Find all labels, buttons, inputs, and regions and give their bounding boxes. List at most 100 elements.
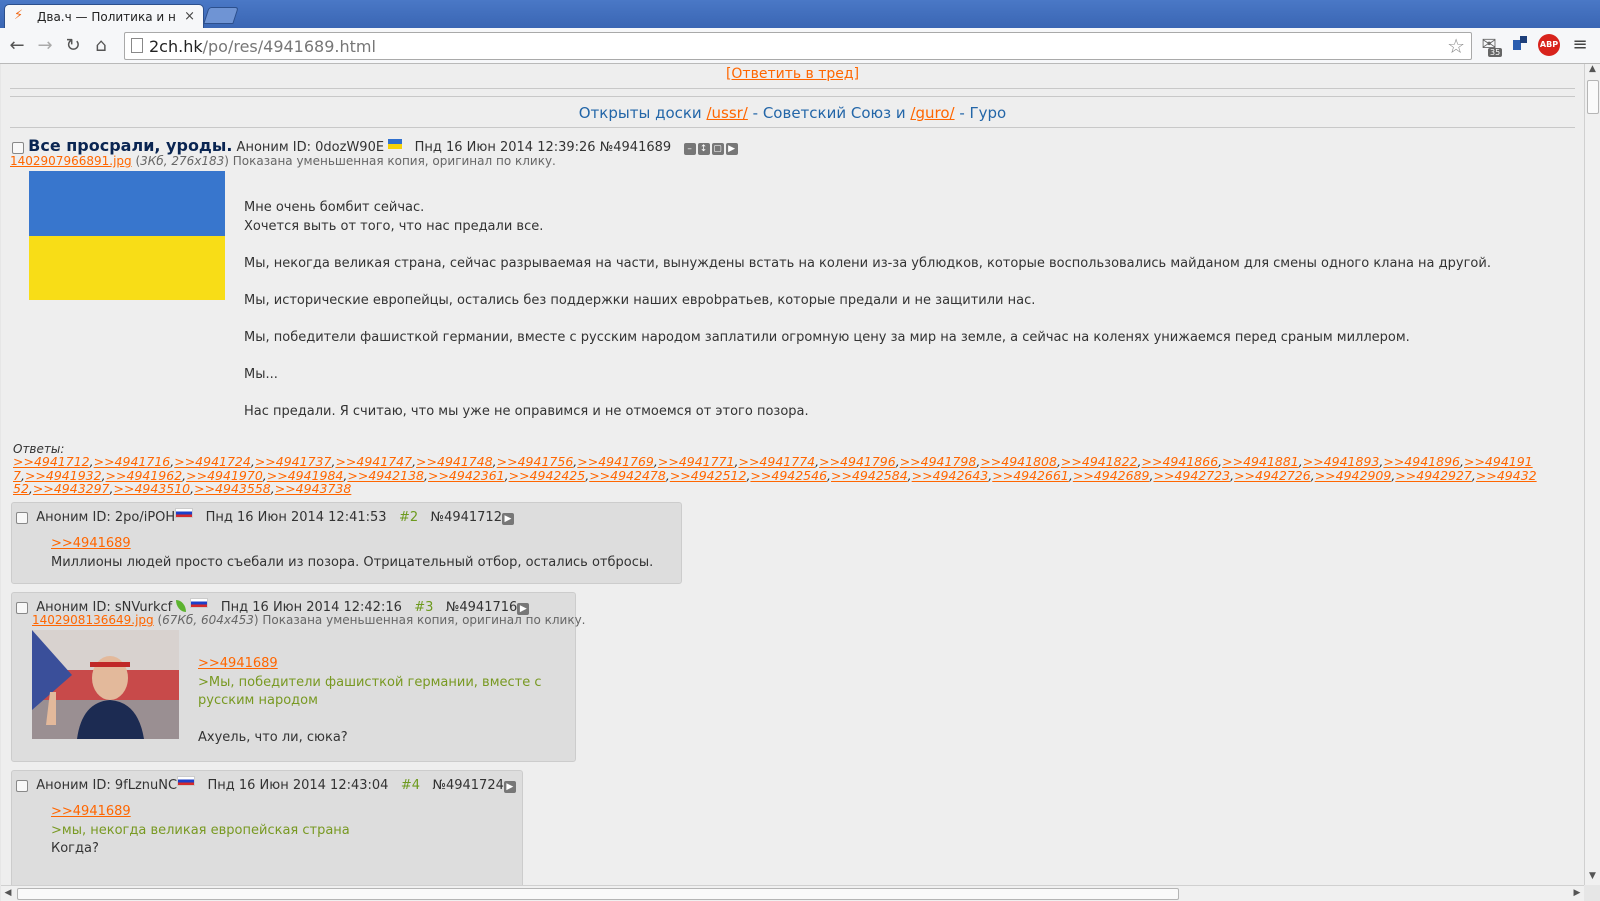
reply-to-thread-link[interactable]: [Ответить в тред] — [726, 66, 859, 82]
answer-link[interactable]: >>4942584 — [831, 468, 908, 483]
op-number[interactable]: №4941689 — [600, 140, 671, 155]
answer-link[interactable]: >>4942909 — [1315, 468, 1392, 483]
board-link-ussr[interactable]: /ussr/ — [706, 104, 747, 122]
answer-link[interactable]: >>4942661 — [992, 468, 1069, 483]
reply-reference-link[interactable]: >>4941689 — [51, 536, 131, 551]
post-number[interactable]: №4941724 — [432, 778, 503, 793]
post-index: #4 — [400, 778, 421, 793]
answer-link[interactable]: >>4942546 — [750, 468, 827, 483]
post-quote: >Мы, победители фашисткой германии, вмес… — [198, 674, 542, 709]
new-tab-button[interactable] — [203, 7, 239, 24]
reply-post: Аноним ID: sNVurkcf Пнд 16 Июн 2014 12:4… — [11, 592, 586, 762]
scroll-right-arrow-icon[interactable]: ▶ — [1570, 886, 1584, 901]
site-favicon-icon: ⚡ — [14, 8, 24, 23]
post-text: Ахуель, что ли, сюка? — [198, 730, 348, 745]
op-author: Аноним ID: 0dozW90E — [236, 140, 385, 155]
op-text-line: Хочется выть от того, что нас предали вс… — [244, 218, 544, 234]
divider — [10, 127, 1575, 128]
page-viewport: [Ответить в тред] Открыты доски /ussr/ -… — [1, 64, 1584, 885]
answer-link[interactable]: >>4942478 — [589, 468, 666, 483]
russia-flag-icon — [190, 598, 209, 608]
play-icon[interactable]: ▶ — [501, 513, 514, 525]
op-file-info: 1402907966891.jpg (3Кб, 276x183) Показан… — [10, 154, 556, 168]
divider — [10, 88, 1575, 89]
answer-link[interactable]: >>4942689 — [1073, 468, 1150, 483]
scroll-down-arrow-icon[interactable]: ▼ — [1585, 871, 1600, 885]
back-arrow-icon[interactable]: ← — [6, 35, 28, 57]
address-bar[interactable]: 2ch.hk/po/res/4941689.html ☆ — [124, 32, 1472, 60]
home-icon[interactable]: ⌂ — [90, 35, 112, 57]
horizontal-scroll-thumb[interactable] — [17, 888, 1179, 900]
ukraine-flag-icon — [388, 139, 403, 149]
reply-reference-link[interactable]: >>4941689 — [198, 656, 278, 671]
answer-link[interactable]: >>4943297 — [33, 481, 110, 496]
divider — [10, 96, 1575, 97]
russia-flag-icon — [177, 776, 196, 786]
mail-badge: 35 — [1488, 48, 1503, 57]
scroll-left-arrow-icon[interactable]: ◀ — [1, 886, 15, 901]
answer-link[interactable]: >>4943510 — [114, 481, 191, 496]
photo-person-icon — [32, 630, 179, 739]
answer-link[interactable]: >>4942512 — [670, 468, 747, 483]
answer-link[interactable]: >>4942927 — [1395, 468, 1472, 483]
adblock-icon[interactable]: ABP — [1538, 34, 1560, 56]
op-text-line — [244, 273, 1564, 292]
tab-title: Два.ч — Политика и н — [37, 10, 176, 24]
post-date: Пнд 16 Июн 2014 12:41:53 — [205, 510, 387, 525]
play-icon[interactable]: ▶ — [503, 781, 516, 793]
answer-link[interactable]: >>4942723 — [1153, 468, 1230, 483]
reply-reference-link[interactable]: >>4941689 — [51, 804, 131, 819]
answer-link[interactable]: >>4943738 — [275, 481, 352, 496]
reload-icon[interactable]: ↻ — [62, 35, 84, 57]
bookmark-star-icon[interactable]: ☆ — [1447, 34, 1465, 58]
extension-icon[interactable] — [1509, 34, 1531, 56]
post-image-thumbnail[interactable] — [32, 630, 179, 739]
post-number[interactable]: №4941712 — [431, 510, 502, 525]
post-select-checkbox[interactable] — [16, 601, 28, 614]
mail-extension-icon[interactable]: ✉ 35 — [1478, 34, 1503, 57]
play-icon[interactable]: ▶ — [725, 143, 738, 155]
post-text: Миллионы людей просто съебали из позора.… — [51, 554, 654, 570]
post-select-checkbox[interactable] — [16, 779, 28, 792]
op-text-line: Мы, некогда великая страна, сейчас разры… — [244, 255, 1491, 271]
op-text-line — [244, 310, 1564, 329]
russia-flag-icon — [175, 508, 194, 518]
post-text: Когда? — [51, 841, 99, 856]
answer-link[interactable]: >>4942425 — [509, 468, 586, 483]
flag-blue-stripe — [29, 171, 225, 236]
answer-link[interactable]: >>4943558 — [194, 481, 271, 496]
vertical-scrollbar[interactable]: ▲ ▼ — [1584, 64, 1600, 885]
forward-arrow-icon[interactable]: → — [34, 35, 56, 57]
reply-post: Аноним ID: 2po/iPOH Пнд 16 Июн 2014 12:4… — [11, 502, 682, 584]
post-author: Аноним ID: 2po/iPOH — [36, 510, 176, 525]
op-header: Все просрали, уроды. Аноним ID: 0dozW90E… — [12, 136, 740, 155]
op-text-line: Мы, победители фашисткой германии, вмест… — [244, 329, 1410, 345]
answers-list: >>4941712,>>4941716,>>4941724,>>4941737,… — [13, 454, 1537, 496]
reply-post: Аноним ID: 9fLznuNC Пнд 16 Июн 2014 12:4… — [11, 770, 523, 885]
report-icon[interactable]: ▢ — [711, 143, 724, 155]
post-date: Пнд 16 Июн 2014 12:43:04 — [207, 778, 389, 793]
op-text-line — [244, 236, 1564, 255]
post-body: >>4941689 >мы, некогда великая европейск… — [51, 803, 350, 859]
scroll-up-arrow-icon[interactable]: ▲ — [1585, 64, 1600, 78]
expand-icon[interactable]: ↕ — [697, 143, 710, 155]
vertical-scroll-thumb[interactable] — [1587, 80, 1599, 114]
board-link-guro[interactable]: /guro/ — [910, 104, 954, 122]
flag-yellow-stripe — [29, 235, 225, 300]
tab-close-icon[interactable]: × — [184, 9, 195, 24]
op-file-link[interactable]: 1402907966891.jpg — [10, 154, 132, 168]
thread-subject: Все просрали, уроды. — [28, 136, 233, 155]
browser-tab[interactable]: ⚡ Два.ч — Политика и н × — [4, 4, 204, 29]
hide-icon[interactable]: – — [683, 143, 696, 155]
answer-link[interactable]: >>4942643 — [912, 468, 989, 483]
menu-icon[interactable]: ≡ — [1569, 34, 1591, 56]
post-quote: >мы, некогда великая европейская страна — [51, 822, 350, 838]
op-image-ukraine-flag[interactable] — [29, 171, 225, 300]
horizontal-scrollbar[interactable]: ◀ ▶ — [1, 885, 1584, 901]
post-file-link[interactable]: 1402908136649.jpg — [32, 613, 154, 627]
op-select-checkbox[interactable] — [12, 141, 24, 154]
post-select-checkbox[interactable] — [16, 511, 28, 524]
answer-link[interactable]: >>4942138 — [347, 468, 424, 483]
answer-link[interactable]: >>4942726 — [1234, 468, 1311, 483]
answer-link[interactable]: >>4942361 — [428, 468, 505, 483]
